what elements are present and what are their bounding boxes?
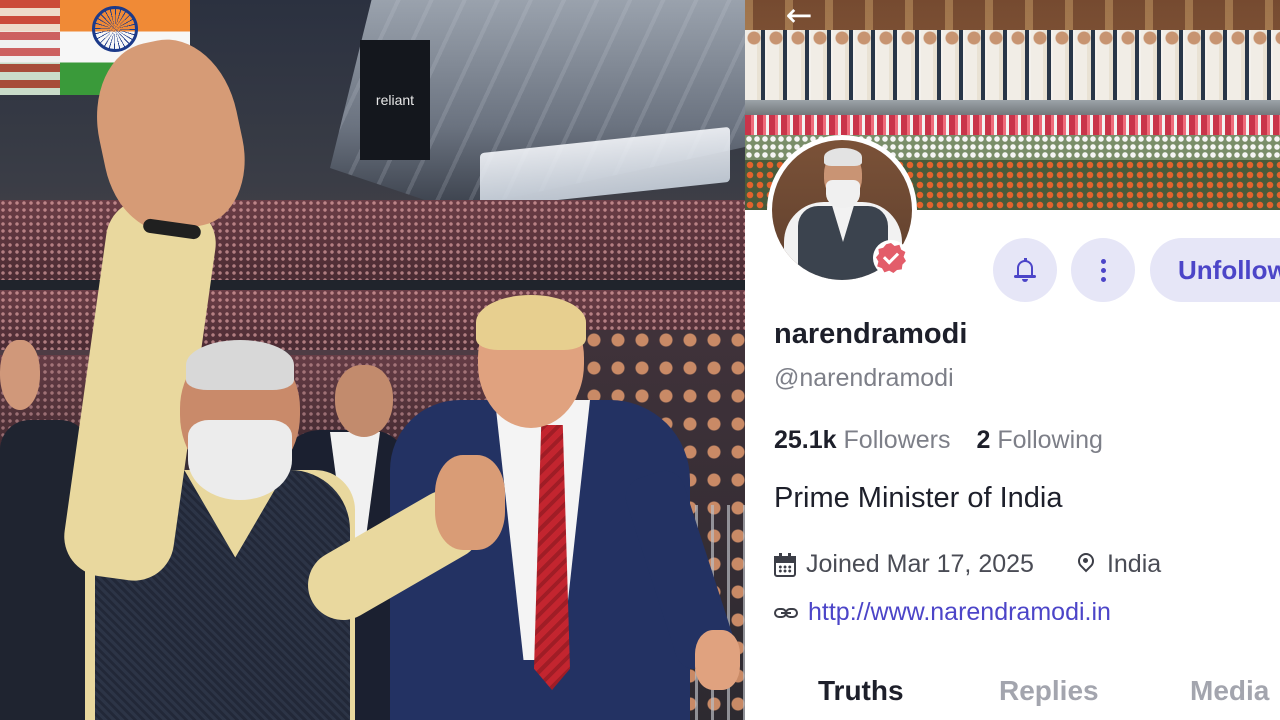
tab-media[interactable]: Media xyxy=(1190,675,1269,707)
map-pin-icon xyxy=(1074,549,1098,577)
scoreboard: reliant xyxy=(360,40,430,160)
unfollow-button[interactable]: Unfollow xyxy=(1150,238,1280,302)
more-options-button[interactable] xyxy=(1071,238,1135,302)
display-name: narendramodi xyxy=(774,318,968,350)
bio: Prime Minister of India xyxy=(774,482,1063,514)
us-flag-stripes xyxy=(0,0,60,95)
tab-truths[interactable]: Truths xyxy=(818,675,904,707)
bell-icon xyxy=(1014,258,1036,282)
followers-count: 25.1k xyxy=(774,426,837,454)
scoreboard-text: reliant xyxy=(375,92,415,108)
user-handle: @narendramodi xyxy=(774,364,954,392)
website-row: http://www.narendramodi.in xyxy=(774,598,1111,627)
link-icon xyxy=(774,606,798,620)
more-vertical-icon xyxy=(1100,258,1106,282)
followers-label: Followers xyxy=(843,426,951,454)
ashoka-chakra xyxy=(92,6,138,52)
following-count: 2 xyxy=(976,426,991,454)
verified-badge-icon xyxy=(873,240,909,276)
left-photo: reliant xyxy=(0,0,745,720)
profile-meta: Joined Mar 17, 2025 India xyxy=(774,549,1162,579)
notify-button[interactable] xyxy=(993,238,1057,302)
following-link[interactable]: 2 Following xyxy=(977,426,1103,454)
profile-tabs: Truths Replies Media xyxy=(745,660,1280,720)
clasped-hands xyxy=(435,455,505,550)
calendar-icon xyxy=(774,552,796,577)
arrow-left-icon[interactable]: ← xyxy=(773,0,825,32)
tab-replies[interactable]: Replies xyxy=(999,675,1099,707)
followers-link[interactable]: 25.1k Followers xyxy=(774,426,951,454)
website-link[interactable]: http://www.narendramodi.in xyxy=(808,598,1111,627)
following-label: Following xyxy=(997,426,1103,454)
location: India xyxy=(1106,550,1162,578)
profile-panel: ← Unfollow narendramodi @narendramodi 25… xyxy=(745,0,1280,720)
follow-stats: 25.1k Followers 2 Following xyxy=(774,426,1103,455)
joined-date: Joined Mar 17, 2025 xyxy=(806,550,1034,578)
